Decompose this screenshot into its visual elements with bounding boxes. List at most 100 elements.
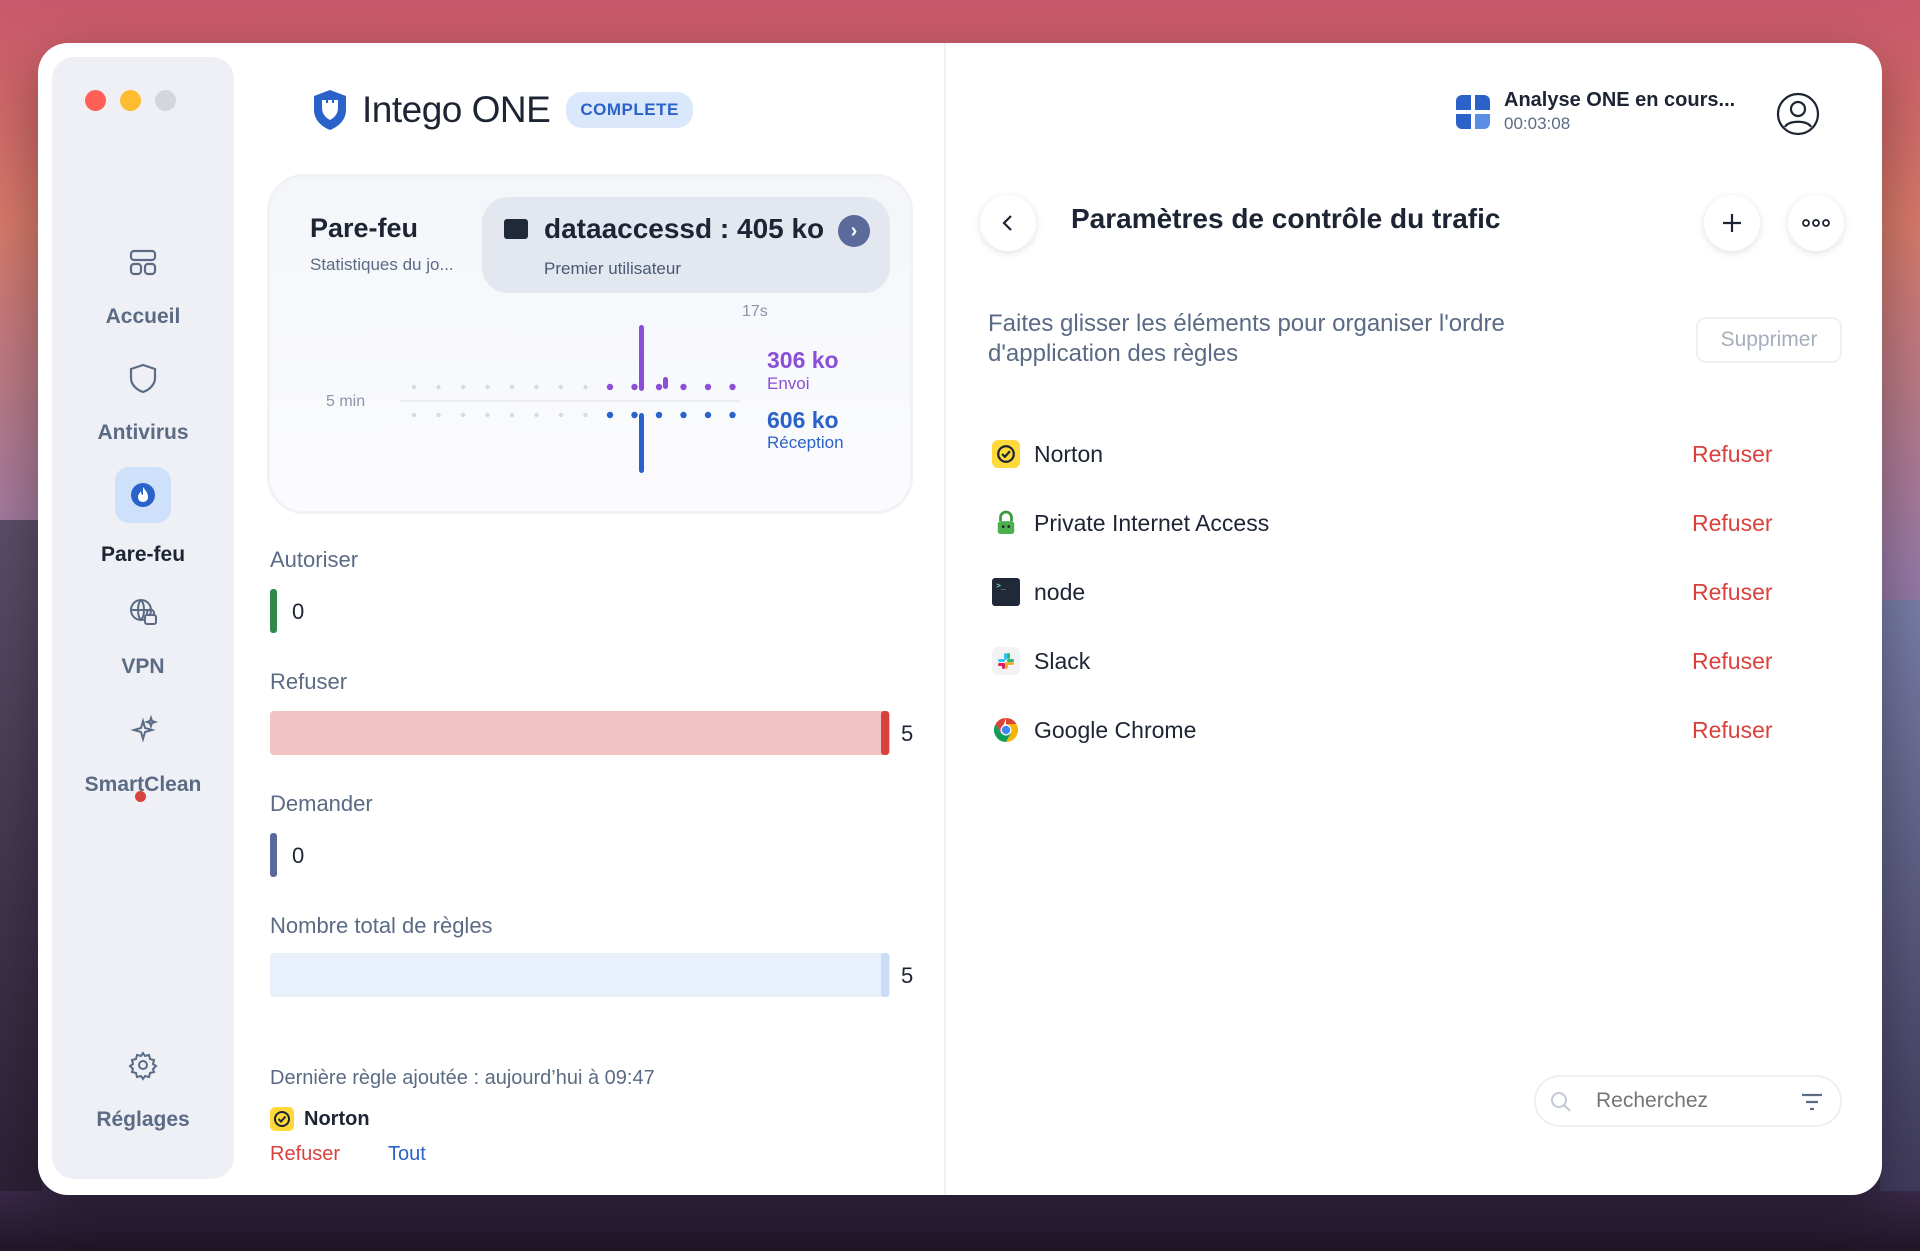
rule-action[interactable]: Refuser [1692, 648, 1773, 675]
sidebar-item-label: Accueil [105, 305, 181, 328]
rule-row[interactable]: Slack Refuser [992, 641, 1832, 681]
received-point [485, 412, 490, 418]
top-process-pill[interactable]: dataaccessd : 405 ko Premier utilisateur… [482, 197, 890, 293]
ask-bar [270, 833, 277, 877]
zoom-window-button[interactable] [155, 90, 176, 111]
sidebar-item-accueil[interactable]: Accueil [52, 239, 234, 329]
sent-point [509, 384, 515, 390]
more-options-button[interactable] [1788, 195, 1844, 251]
intego-one-icon [1456, 94, 1490, 129]
sidebar-item-label: VPN [121, 655, 165, 678]
add-rule-button[interactable] [1704, 195, 1760, 251]
sidebar-item-label: Antivirus [97, 421, 189, 444]
background-bottom [0, 1191, 1920, 1251]
allow-value: 0 [292, 599, 305, 624]
rule-row[interactable]: Google Chrome Refuser [992, 710, 1832, 750]
pia-lock-icon [992, 509, 1020, 537]
deny-bar [270, 711, 890, 755]
antivirus-shield-icon [120, 355, 166, 401]
panel-divider [944, 43, 946, 1195]
vpn-globe-icon [120, 589, 166, 635]
chrome-icon [992, 716, 1020, 744]
rule-row[interactable]: Norton Refuser [992, 434, 1832, 474]
norton-icon [992, 440, 1020, 468]
search-field[interactable] [1534, 1075, 1842, 1127]
sent-point [460, 384, 466, 390]
firewall-flame-icon [115, 467, 171, 523]
rule-action[interactable]: Refuser [1692, 441, 1773, 468]
terminal-icon [504, 219, 528, 239]
sidebar-item-label: Réglages [96, 1108, 190, 1131]
received-point [460, 412, 466, 418]
panel-title: Paramètres de contrôle du trafic [1071, 203, 1501, 234]
chevron-left-icon [1002, 215, 1012, 231]
last-rule-app[interactable]: Norton [270, 1107, 370, 1131]
total-bar [270, 953, 890, 997]
delete-button[interactable]: Supprimer [1696, 317, 1842, 363]
received-point [534, 412, 539, 418]
rule-action[interactable]: Refuser [1692, 717, 1773, 744]
received-point [558, 412, 564, 418]
deny-label: Refuser [270, 669, 348, 694]
deny-bar-cap [881, 711, 889, 755]
sent-value: 306 ko [767, 347, 839, 373]
sidebar-item-smartclean[interactable]: SmartClean [52, 707, 234, 802]
sent-point [583, 384, 588, 390]
received-point [411, 412, 417, 418]
rule-row[interactable]: >_ node Refuser [992, 572, 1832, 612]
deny-value: 5 [901, 721, 914, 746]
firewall-card-title: Pare-feu [310, 213, 419, 243]
process-name: dataaccessd : 405 ko [544, 213, 825, 244]
firewall-card-subtitle: Statistiques du jo... [310, 255, 454, 274]
allow-bar [270, 589, 277, 633]
sent-point [704, 383, 712, 391]
account-icon[interactable] [1775, 91, 1821, 137]
search-input[interactable] [1596, 1087, 1786, 1115]
norton-icon [270, 1107, 294, 1131]
ask-value: 0 [292, 843, 305, 868]
terminal-icon: >_ [992, 578, 1020, 606]
sent-point [680, 383, 687, 391]
sidebar-item-vpn[interactable]: VPN [52, 589, 234, 679]
total-bar-cap [881, 953, 889, 997]
gear-icon [120, 1042, 166, 1088]
back-button[interactable] [980, 195, 1036, 251]
plus-icon [1723, 214, 1741, 232]
received-bar [639, 413, 644, 473]
received-value: 606 ko [767, 407, 839, 433]
filter-icon[interactable] [1800, 1091, 1824, 1113]
sent-point [606, 383, 614, 391]
intego-logo-icon [314, 90, 346, 130]
rule-row[interactable]: Private Internet Access Refuser [992, 503, 1832, 543]
home-grid-icon [120, 239, 166, 285]
sent-point [485, 384, 490, 390]
scan-status[interactable]: Analyse ONE en cours... 00:03:08 [1452, 89, 1735, 134]
sidebar: Accueil Antivirus Pare-feu VPN SmartClea… [52, 57, 234, 1179]
sidebar-item-pare-feu[interactable]: Pare-feu [52, 467, 234, 567]
received-point [509, 412, 515, 418]
chevron-right-icon[interactable]: › [838, 215, 870, 247]
scan-title: Analyse ONE en cours... [1504, 89, 1736, 111]
firewall-stats-card[interactable]: Pare-feu Statistiques du jo... dataacces… [270, 177, 910, 511]
received-label: Réception [767, 433, 844, 452]
total-value: 5 [901, 963, 914, 988]
last-rule-scope: Tout [388, 1143, 426, 1165]
ask-label: Demander [270, 791, 373, 816]
background-sea [1880, 600, 1920, 1250]
close-window-button[interactable] [85, 90, 106, 111]
sent-point [655, 383, 663, 391]
drag-hint: Faites glisser les éléments pour organis… [988, 310, 1505, 367]
plan-badge: COMPLETE [566, 92, 693, 128]
rule-action[interactable]: Refuser [1692, 579, 1773, 606]
more-dots-icon [1802, 219, 1830, 227]
rule-action[interactable]: Refuser [1692, 510, 1773, 537]
sidebar-item-antivirus[interactable]: Antivirus [52, 355, 234, 445]
app-window: Accueil Antivirus Pare-feu VPN SmartClea… [38, 43, 1882, 1195]
received-point [631, 411, 638, 419]
sidebar-item-reglages[interactable]: Réglages [52, 1042, 234, 1132]
sent-point [729, 383, 736, 391]
minimize-window-button[interactable] [120, 90, 141, 111]
background-bridge [0, 520, 42, 1220]
sent-point [631, 383, 638, 391]
last-rule-action: Refuser [270, 1143, 341, 1165]
